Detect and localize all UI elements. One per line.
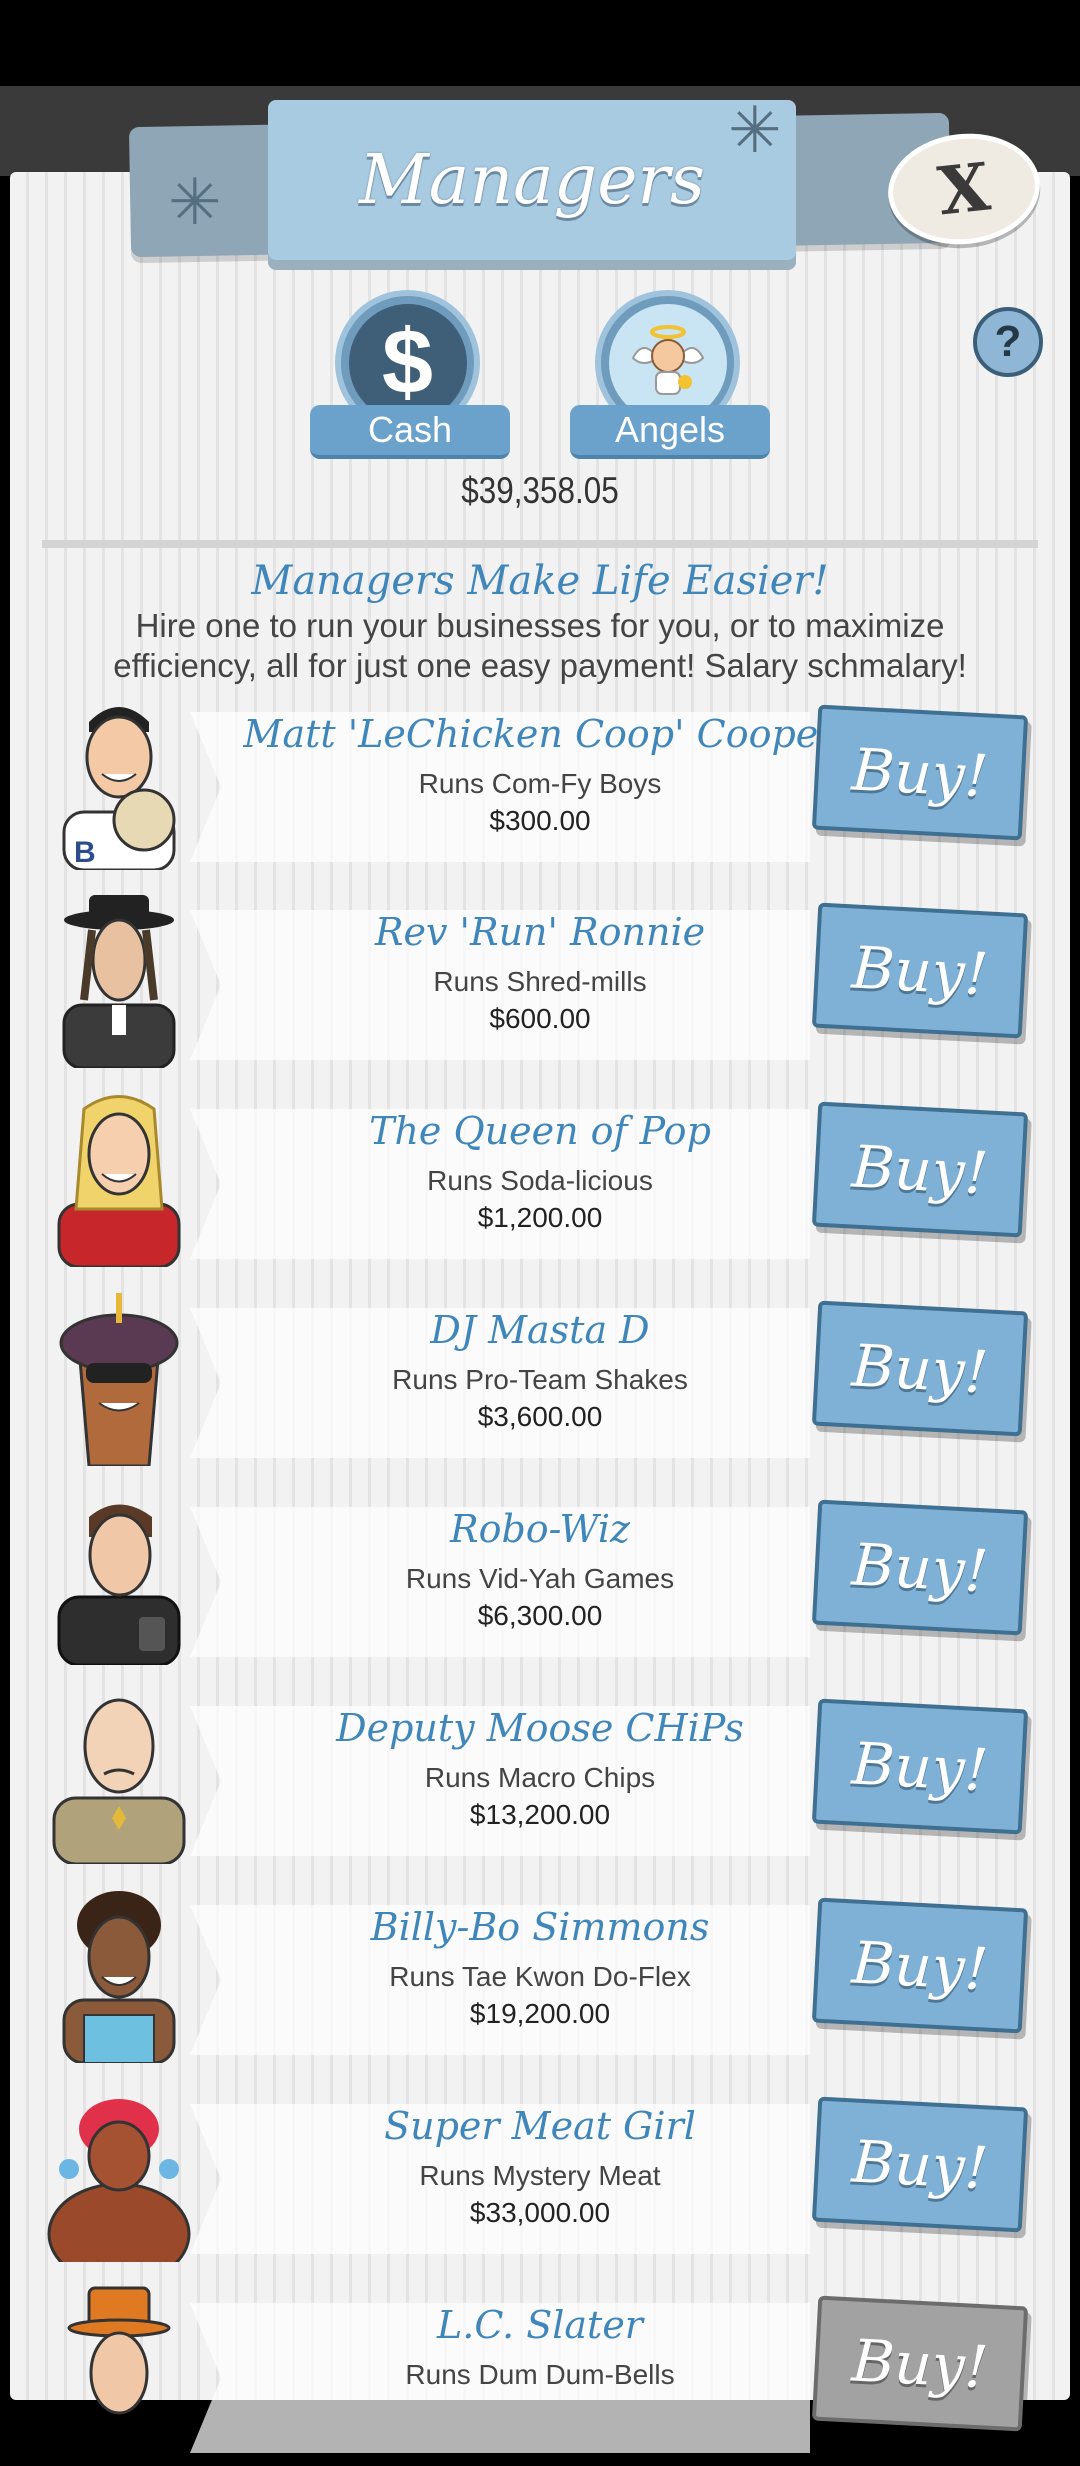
dollar-sign-icon: $ [348, 303, 467, 422]
manager-name: Billy-Bo Simmons [370, 1905, 710, 1949]
manager-avatar: B [44, 692, 194, 870]
cash-balance: $39,358.05 [461, 470, 619, 511]
manager-name: The Queen of Pop [369, 1109, 711, 1153]
buy-button[interactable]: Buy! [811, 1499, 1029, 1636]
cash-label: Cash [310, 405, 510, 459]
cash-currency-button[interactable]: $ Cash [310, 290, 510, 459]
manager-name: Rev 'Run' Ronnie [374, 910, 706, 954]
manager-row: DJ Masta D Runs Pro-Team Shakes $3,600.0… [0, 1286, 1080, 1471]
question-icon: ? [994, 317, 1022, 366]
manager-name: Matt 'LeChicken Coop' Cooper [243, 712, 837, 756]
header-banner: Managers [268, 100, 796, 260]
buy-button[interactable]: Buy! [811, 1698, 1029, 1835]
buy-label: Buy! [850, 2126, 990, 2203]
manager-business: Runs Soda-licious [427, 1165, 653, 1196]
buy-button[interactable]: Buy! [811, 1300, 1029, 1437]
manager-row: Super Meat Girl Runs Mystery Meat $33,00… [0, 2082, 1080, 2267]
buy-button[interactable]: Buy! [811, 1897, 1029, 2034]
close-icon: X [934, 147, 994, 231]
buy-button[interactable]: Buy! [811, 1101, 1029, 1238]
manager-business: Runs Macro Chips [424, 1762, 656, 1793]
buy-label: Buy! [850, 1728, 990, 1805]
manager-business: Runs Com-Fy Boys [418, 768, 662, 799]
manager-price: $19,200.00 [469, 1998, 611, 2029]
manager-price: $13,200.00 [469, 1799, 611, 1830]
manager-row: Rev 'Run' Ronnie Runs Shred-mills $600.0… [0, 888, 1080, 1073]
buy-label: Buy! [850, 1131, 990, 1208]
manager-row: L.C. Slater Runs Dum Dum-Bells Buy! [0, 2281, 1080, 2466]
buy-label: Buy! [850, 734, 990, 811]
buy-button[interactable]: Buy! [811, 902, 1029, 1039]
divider [42, 540, 1038, 548]
manager-avatar [44, 2084, 194, 2262]
manager-business: Runs Pro-Team Shakes [392, 1364, 688, 1395]
manager-business: Runs Vid-Yah Games [405, 1563, 675, 1594]
manager-row: Billy-Bo Simmons Runs Tae Kwon Do-Flex $… [0, 1883, 1080, 2068]
starburst-icon: ✳ [728, 94, 782, 166]
buy-label: Buy! [850, 932, 990, 1009]
manager-price: $300.00 [489, 805, 591, 836]
angel-icon [608, 303, 727, 422]
buy-button[interactable]: Buy! [811, 2295, 1029, 2432]
buy-label: Buy! [850, 2325, 990, 2402]
manager-avatar [44, 1288, 194, 1466]
manager-price: $600.00 [489, 1003, 591, 1034]
angels-label: Angels [570, 405, 770, 459]
intro-text: Hire one to run your businesses for you,… [113, 607, 967, 684]
angels-currency-button[interactable]: Angels [570, 290, 770, 459]
buy-label: Buy! [850, 1927, 990, 2004]
buy-label: Buy! [850, 1330, 990, 1407]
manager-business: Runs Tae Kwon Do-Flex [389, 1961, 691, 1992]
manager-business: Runs Mystery Meat [419, 2160, 661, 2191]
manager-price: $3,600.00 [477, 1401, 603, 1432]
manager-avatar [44, 1686, 194, 1864]
manager-price: $33,000.00 [469, 2197, 611, 2228]
svg-text:B: B [74, 836, 96, 869]
manager-name: Deputy Moose CHiPs [336, 1706, 744, 1750]
buy-button[interactable]: Buy! [811, 704, 1029, 841]
manager-name: Super Meat Girl [384, 2104, 696, 2148]
manager-row: The Queen of Pop Runs Soda-licious $1,20… [0, 1087, 1080, 1272]
manager-name: Robo-Wiz [449, 1507, 631, 1551]
intro-title: Managers Make Life Easier! [251, 558, 829, 604]
manager-avatar [44, 1089, 194, 1267]
manager-avatar [44, 2283, 194, 2461]
manager-avatar [44, 890, 194, 1068]
buy-button[interactable]: Buy! [811, 2096, 1029, 2233]
buy-label: Buy! [850, 1529, 990, 1606]
manager-avatar [44, 1487, 194, 1665]
manager-row: Robo-Wiz Runs Vid-Yah Games $6,300.00 Bu… [0, 1485, 1080, 1670]
manager-row: Deputy Moose CHiPs Runs Macro Chips $13,… [0, 1684, 1080, 1869]
manager-name: DJ Masta D [430, 1308, 650, 1352]
starburst-icon: ✳ [168, 166, 222, 238]
manager-avatar [44, 1885, 194, 2063]
manager-price: $6,300.00 [477, 1600, 603, 1631]
manager-business: Runs Shred-mills [433, 966, 647, 997]
manager-row: B Matt 'LeChicken Coop' Cooper Runs Com-… [0, 690, 1080, 875]
help-button[interactable]: ? [973, 307, 1043, 377]
page-title: Managers [359, 140, 705, 220]
manager-name: L.C. Slater [437, 2303, 643, 2347]
status-bar [0, 0, 1080, 86]
manager-business: Runs Dum Dum-Bells [405, 2359, 675, 2390]
manager-price: $1,200.00 [477, 1202, 603, 1233]
